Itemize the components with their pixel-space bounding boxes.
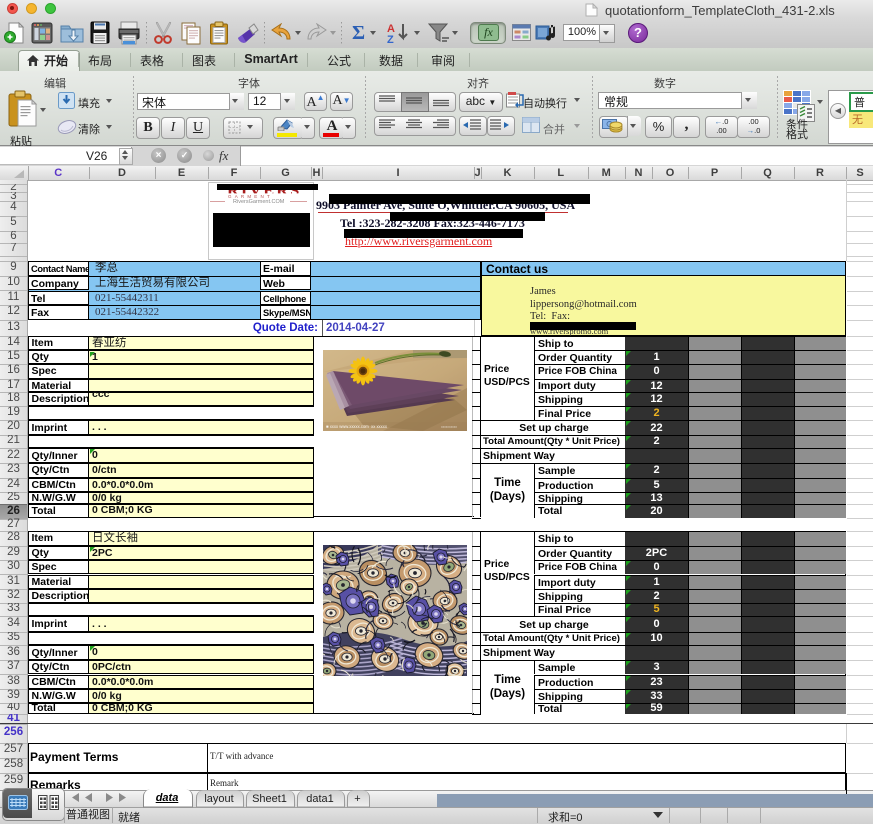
svg-text:■ xxxx www.xxxxx.com xx xxxxx: ■ xxxx www.xxxxx.com xx xxxxx (326, 424, 388, 429)
svg-text:Z: Z (387, 34, 394, 44)
svg-text:xxxxxxxxxx: xxxxxxxxxx (441, 425, 457, 429)
